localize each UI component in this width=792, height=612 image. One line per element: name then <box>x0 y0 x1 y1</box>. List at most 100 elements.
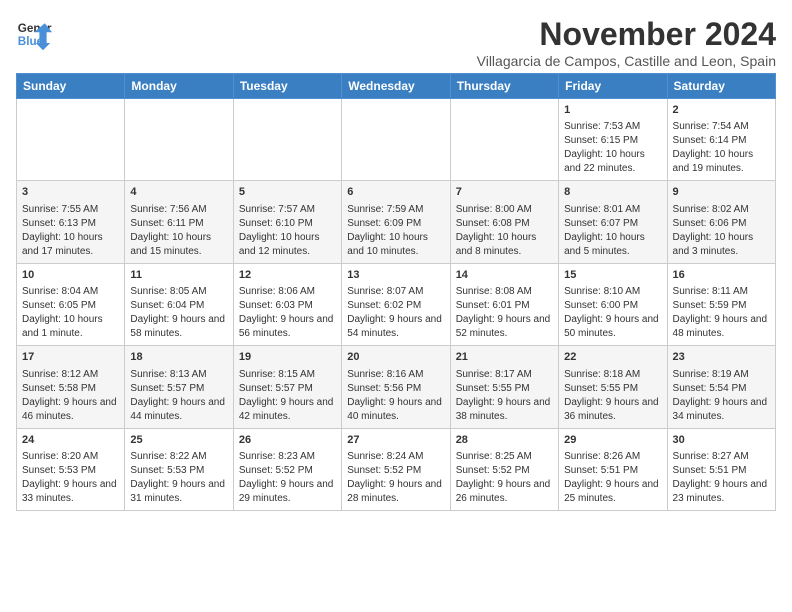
day-info: Sunset: 5:53 PM <box>22 464 119 478</box>
title-block: November 2024 Villagarcia de Campos, Cas… <box>477 16 776 69</box>
day-info: Daylight: 10 hours and 12 minutes. <box>239 231 336 259</box>
month-title: November 2024 <box>477 16 776 53</box>
day-info: Daylight: 9 hours and 50 minutes. <box>564 313 661 341</box>
day-info: Daylight: 9 hours and 42 minutes. <box>239 396 336 424</box>
day-info: Sunset: 5:57 PM <box>239 382 336 396</box>
day-info: Daylight: 9 hours and 26 minutes. <box>456 478 553 506</box>
day-info: Sunset: 6:15 PM <box>564 134 661 148</box>
day-info: Daylight: 9 hours and 54 minutes. <box>347 313 444 341</box>
day-info: Sunset: 5:55 PM <box>456 382 553 396</box>
day-number: 25 <box>130 433 227 448</box>
day-number: 7 <box>456 185 553 200</box>
day-info: Daylight: 10 hours and 17 minutes. <box>22 231 119 259</box>
day-info: Sunrise: 7:56 AM <box>130 203 227 217</box>
day-info: Sunrise: 7:55 AM <box>22 203 119 217</box>
calendar-cell: 8Sunrise: 8:01 AMSunset: 6:07 PMDaylight… <box>559 181 667 263</box>
location-title: Villagarcia de Campos, Castille and Leon… <box>477 53 776 69</box>
day-info: Sunset: 6:09 PM <box>347 217 444 231</box>
day-info: Sunrise: 7:57 AM <box>239 203 336 217</box>
calendar-cell: 9Sunrise: 8:02 AMSunset: 6:06 PMDaylight… <box>667 181 775 263</box>
day-info: Daylight: 10 hours and 3 minutes. <box>673 231 770 259</box>
day-info: Sunrise: 8:11 AM <box>673 285 770 299</box>
calendar-cell: 17Sunrise: 8:12 AMSunset: 5:58 PMDayligh… <box>17 346 125 428</box>
day-info: Sunset: 5:52 PM <box>347 464 444 478</box>
calendar-cell: 24Sunrise: 8:20 AMSunset: 5:53 PMDayligh… <box>17 428 125 510</box>
day-info: Sunrise: 8:10 AM <box>564 285 661 299</box>
day-info: Sunset: 5:55 PM <box>564 382 661 396</box>
calendar-header: SundayMondayTuesdayWednesdayThursdayFrid… <box>17 74 776 99</box>
weekday-header: Saturday <box>667 74 775 99</box>
day-info: Daylight: 9 hours and 58 minutes. <box>130 313 227 341</box>
day-info: Sunset: 6:14 PM <box>673 134 770 148</box>
day-number: 30 <box>673 433 770 448</box>
day-number: 18 <box>130 350 227 365</box>
calendar-cell: 19Sunrise: 8:15 AMSunset: 5:57 PMDayligh… <box>233 346 341 428</box>
day-info: Daylight: 9 hours and 33 minutes. <box>22 478 119 506</box>
day-number: 14 <box>456 268 553 283</box>
day-info: Sunset: 6:10 PM <box>239 217 336 231</box>
calendar-cell: 23Sunrise: 8:19 AMSunset: 5:54 PMDayligh… <box>667 346 775 428</box>
day-number: 17 <box>22 350 119 365</box>
logo-icon: General Blue <box>16 16 52 52</box>
day-info: Daylight: 9 hours and 40 minutes. <box>347 396 444 424</box>
calendar-cell: 2Sunrise: 7:54 AMSunset: 6:14 PMDaylight… <box>667 99 775 181</box>
day-info: Sunset: 6:13 PM <box>22 217 119 231</box>
calendar-cell: 10Sunrise: 8:04 AMSunset: 6:05 PMDayligh… <box>17 263 125 345</box>
day-info: Sunrise: 8:05 AM <box>130 285 227 299</box>
day-info: Daylight: 9 hours and 52 minutes. <box>456 313 553 341</box>
day-info: Sunrise: 8:07 AM <box>347 285 444 299</box>
weekday-row: SundayMondayTuesdayWednesdayThursdayFrid… <box>17 74 776 99</box>
day-info: Sunrise: 8:27 AM <box>673 450 770 464</box>
calendar-cell: 5 Sunrise: 7:57 AMSunset: 6:10 PMDaylight… <box>233 181 341 263</box>
day-info: Sunset: 6:02 PM <box>347 299 444 313</box>
day-info: Daylight: 10 hours and 5 minutes. <box>564 231 661 259</box>
day-info: Sunrise: 8:20 AM <box>22 450 119 464</box>
day-info: Sunrise: 7:54 AM <box>673 120 770 134</box>
day-number: 12 <box>239 268 336 283</box>
day-info: Sunset: 6:01 PM <box>456 299 553 313</box>
weekday-header: Wednesday <box>342 74 450 99</box>
day-info: Daylight: 9 hours and 44 minutes. <box>130 396 227 424</box>
calendar-cell: 20Sunrise: 8:16 AMSunset: 5:56 PMDayligh… <box>342 346 450 428</box>
day-number: 27 <box>347 433 444 448</box>
day-info: Sunset: 5:57 PM <box>130 382 227 396</box>
calendar-cell: 30Sunrise: 8:27 AMSunset: 5:51 PMDayligh… <box>667 428 775 510</box>
day-info: Sunrise: 8:22 AM <box>130 450 227 464</box>
day-number: 20 <box>347 350 444 365</box>
day-info: Sunrise: 7:59 AM <box>347 203 444 217</box>
calendar-cell: 14Sunrise: 8:08 AMSunset: 6:01 PMDayligh… <box>450 263 558 345</box>
calendar-cell: 15Sunrise: 8:10 AMSunset: 6:00 PMDayligh… <box>559 263 667 345</box>
weekday-header: Sunday <box>17 74 125 99</box>
day-number: 6 <box>347 185 444 200</box>
day-info: Sunrise: 8:02 AM <box>673 203 770 217</box>
calendar-cell: 13 Sunrise: 8:07 AMSunset: 6:02 PMDayligh… <box>342 263 450 345</box>
day-info: Daylight: 9 hours and 23 minutes. <box>673 478 770 506</box>
day-info: Sunset: 6:03 PM <box>239 299 336 313</box>
weekday-header: Friday <box>559 74 667 99</box>
day-info: Daylight: 10 hours and 8 minutes. <box>456 231 553 259</box>
calendar-table: SundayMondayTuesdayWednesdayThursdayFrid… <box>16 73 776 511</box>
calendar-week-row: 17Sunrise: 8:12 AMSunset: 5:58 PMDayligh… <box>17 346 776 428</box>
calendar-week-row: 1Sunrise: 7:53 AMSunset: 6:15 PMDaylight… <box>17 99 776 181</box>
day-info: Sunset: 5:52 PM <box>456 464 553 478</box>
day-info: Daylight: 9 hours and 56 minutes. <box>239 313 336 341</box>
calendar-cell: 4Sunrise: 7:56 AMSunset: 6:11 PMDaylight… <box>125 181 233 263</box>
calendar-cell: 12Sunrise: 8:06 AMSunset: 6:03 PMDayligh… <box>233 263 341 345</box>
day-info: Sunrise: 8:23 AM <box>239 450 336 464</box>
day-number: 19 <box>239 350 336 365</box>
day-info: Sunset: 5:54 PM <box>673 382 770 396</box>
day-number: 5 <box>239 185 336 200</box>
day-number: 13 <box>347 268 444 283</box>
calendar-cell: 6Sunrise: 7:59 AMSunset: 6:09 PMDaylight… <box>342 181 450 263</box>
day-info: Daylight: 9 hours and 34 minutes. <box>673 396 770 424</box>
day-info: Sunrise: 8:04 AM <box>22 285 119 299</box>
header: General Blue November 2024 Villagarcia d… <box>16 16 776 69</box>
day-number: 21 <box>456 350 553 365</box>
day-info: Sunrise: 8:16 AM <box>347 368 444 382</box>
logo: General Blue <box>16 16 52 52</box>
calendar-cell <box>125 99 233 181</box>
day-info: Sunrise: 8:13 AM <box>130 368 227 382</box>
day-info: Sunrise: 7:53 AM <box>564 120 661 134</box>
day-info: Sunset: 6:06 PM <box>673 217 770 231</box>
day-info: Sunrise: 8:26 AM <box>564 450 661 464</box>
